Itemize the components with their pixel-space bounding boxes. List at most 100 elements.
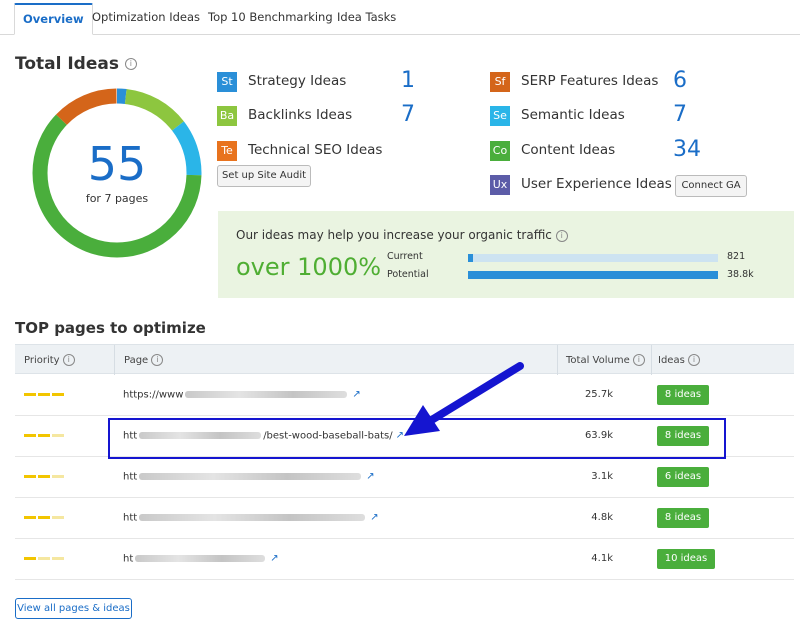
priority-indicator <box>24 557 64 561</box>
idea-category-label: SERP Features Ideas <box>521 73 659 89</box>
info-icon[interactable]: i <box>632 354 645 366</box>
priority-indicator <box>24 516 64 520</box>
info-icon[interactable]: i <box>151 354 164 366</box>
column-divider <box>651 345 652 375</box>
current-traffic-value: 821 <box>727 251 746 262</box>
idea-category-strategy[interactable]: St Strategy Ideas 1 <box>217 68 417 93</box>
content-icon: Co <box>490 141 510 161</box>
page-url-link[interactable]: https://www ↗ <box>123 389 361 401</box>
redacted-url-part <box>185 391 348 398</box>
ideas-count-button[interactable]: 8 ideas <box>657 385 709 405</box>
priority-indicator <box>24 393 64 397</box>
table-row: https://www ↗ 25.7k 8 ideas <box>15 375 794 416</box>
idea-category-serp-features[interactable]: Sf SERP Features Ideas 6 <box>490 68 700 93</box>
view-all-pages-button[interactable]: View all pages & ideas <box>15 598 132 619</box>
idea-category-count: 7 <box>401 102 415 127</box>
idea-category-label: Semantic Ideas <box>521 107 625 123</box>
priority-indicator <box>24 434 64 438</box>
ideas-count-button[interactable]: 10 ideas <box>657 549 715 569</box>
current-traffic-bar <box>468 254 718 262</box>
total-volume-value: 3.1k <box>591 471 613 482</box>
column-header-label: Total Volume <box>566 355 630 366</box>
tab-overview[interactable]: Overview <box>14 3 93 35</box>
table-row: ht ↗ 4.1k 10 ideas <box>15 539 794 580</box>
connect-ga-button[interactable]: Connect GA <box>675 175 747 197</box>
column-divider <box>114 345 115 375</box>
column-header-label: Page <box>124 355 149 366</box>
traffic-panel-heading: Our ideas may help you increase your org… <box>236 228 568 242</box>
redacted-url-part <box>139 473 362 480</box>
idea-category-label: Strategy Ideas <box>248 73 347 89</box>
external-link-icon[interactable]: ↗ <box>270 553 278 564</box>
idea-category-count: 34 <box>673 137 701 162</box>
total-ideas-count: 55 <box>87 137 147 191</box>
idea-category-backlinks[interactable]: Ba Backlinks Ideas 7 <box>217 102 417 127</box>
page-url-link[interactable]: htt ↗ <box>123 512 379 524</box>
user-experience-icon: Ux <box>490 175 510 195</box>
idea-category-count: 7 <box>673 102 687 127</box>
current-traffic-label: Current <box>387 251 423 262</box>
idea-category-content[interactable]: Co Content Ideas 34 <box>490 137 710 162</box>
potential-traffic-bar-fill <box>468 271 718 279</box>
serp-features-icon: Sf <box>490 72 510 92</box>
total-ideas-heading: Total Ideas i <box>15 54 137 74</box>
column-header-page[interactable]: Page i <box>124 354 164 366</box>
column-header-label: Priority <box>24 355 60 366</box>
column-header-label: Ideas <box>658 355 685 366</box>
redacted-url-part <box>135 555 266 562</box>
info-icon[interactable]: i <box>555 229 568 242</box>
table-row: htt ↗ 3.1k 6 ideas <box>15 457 794 498</box>
potential-traffic-value: 38.8k <box>727 269 754 280</box>
info-icon[interactable]: i <box>62 354 75 366</box>
external-link-icon[interactable]: ↗ <box>366 471 374 482</box>
page-url-text: https://www <box>123 389 184 401</box>
tab-idea-tasks[interactable]: Idea Tasks <box>329 3 404 35</box>
info-icon[interactable]: i <box>124 58 137 70</box>
current-traffic-bar-fill <box>468 254 473 262</box>
semantic-icon: Se <box>490 106 510 126</box>
column-header-priority[interactable]: Priority i <box>24 354 75 366</box>
idea-category-count: 1 <box>401 68 415 93</box>
priority-indicator <box>24 475 64 479</box>
table-row: htt ↗ 4.8k 8 ideas <box>15 498 794 539</box>
idea-category-technical-seo[interactable]: Te Technical SEO Ideas <box>217 141 417 161</box>
total-volume-value: 25.7k <box>584 389 613 400</box>
top-pages-title: TOP pages to optimize <box>15 319 206 337</box>
idea-category-user-experience[interactable]: Ux User Experience Ideas <box>490 175 672 195</box>
idea-category-label: Content Ideas <box>521 142 616 158</box>
page-url-text: htt <box>123 471 138 483</box>
tab-bar: Overview Optimization Ideas Top 10 Bench… <box>0 0 800 35</box>
technical-seo-icon: Te <box>217 141 237 161</box>
potential-traffic-label: Potential <box>387 269 429 280</box>
page-url-link[interactable]: ht ↗ <box>123 553 279 565</box>
set-up-site-audit-button[interactable]: Set up Site Audit <box>217 165 311 187</box>
table-header: Priority i Page i Total Volume i Ideas i <box>15 344 794 375</box>
total-volume-value: 4.1k <box>591 553 613 564</box>
tab-optimization-ideas[interactable]: Optimization Ideas <box>84 3 208 35</box>
total-volume-value: 4.8k <box>591 512 613 523</box>
external-link-icon[interactable]: ↗ <box>370 512 378 523</box>
idea-category-semantic[interactable]: Se Semantic Ideas 7 <box>490 102 700 127</box>
redacted-url-part <box>139 514 366 521</box>
page-url-link[interactable]: htt ↗ <box>123 471 375 483</box>
idea-category-label: User Experience Ideas <box>521 176 672 192</box>
potential-traffic-bar <box>468 271 718 279</box>
page-url-text: ht <box>123 553 134 565</box>
column-header-ideas[interactable]: Ideas i <box>658 354 700 366</box>
total-ideas-subtitle: for 7 pages <box>85 192 149 205</box>
strategy-icon: St <box>217 72 237 92</box>
external-link-icon[interactable]: ↗ <box>352 389 360 400</box>
ideas-count-button[interactable]: 6 ideas <box>657 467 709 487</box>
column-divider <box>557 345 558 375</box>
idea-category-label: Backlinks Ideas <box>248 107 353 123</box>
info-icon[interactable]: i <box>687 354 700 366</box>
backlinks-icon: Ba <box>217 106 237 126</box>
organic-traffic-panel: Our ideas may help you increase your org… <box>218 211 794 298</box>
tab-top10-benchmarking[interactable]: Top 10 Benchmarking <box>200 3 341 35</box>
traffic-panel-title: Our ideas may help you increase your org… <box>236 228 552 242</box>
annotation-highlight-box <box>108 418 726 459</box>
column-header-total-volume[interactable]: Total Volume i <box>566 354 645 366</box>
total-ideas-title: Total Ideas <box>15 54 119 74</box>
idea-category-label: Technical SEO Ideas <box>248 142 383 158</box>
ideas-count-button[interactable]: 8 ideas <box>657 508 709 528</box>
